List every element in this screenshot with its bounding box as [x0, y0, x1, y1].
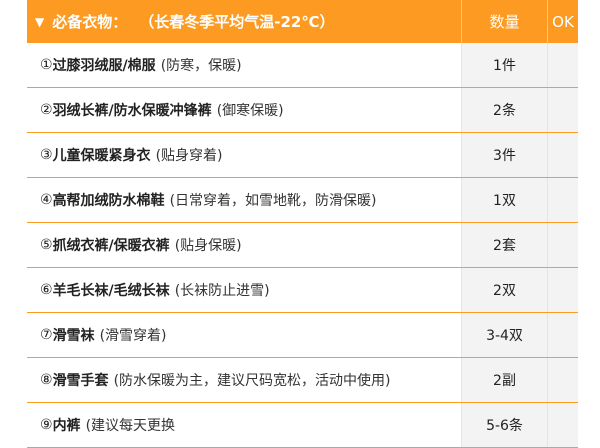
item-quantity: 3件 [461, 133, 547, 177]
item-cell: ⑨ 内裤 (建议每天更换 [27, 403, 461, 447]
item-number: ⑨ [40, 417, 53, 433]
table-row: ① 过膝羽绒服/棉服 (防寒，保暖) 1件 [27, 43, 578, 88]
item-name: 内裤 [52, 418, 81, 434]
header-ok: OK [547, 0, 578, 43]
ok-checkbox-cell[interactable] [547, 358, 578, 402]
collapse-arrow-icon[interactable]: ▼ [35, 15, 44, 29]
ok-checkbox-cell[interactable] [547, 403, 578, 447]
item-number: ⑤ [40, 237, 53, 253]
item-quantity: 5-6条 [461, 403, 547, 447]
item-number: ⑥ [40, 282, 53, 298]
item-number: ② [40, 102, 53, 118]
item-number: ④ [40, 192, 53, 208]
item-quantity: 1件 [461, 43, 547, 87]
item-quantity: 2双 [461, 268, 547, 312]
item-quantity: 2副 [461, 358, 547, 402]
item-note: (滑雪穿着) [99, 328, 167, 344]
item-number: ⑦ [40, 327, 53, 343]
table-header: ▼ 必备衣物： （长春冬季平均气温-22℃） 数量 OK [27, 0, 578, 43]
table-row: ③ 儿童保暖紧身衣 (贴身穿着) 3件 [27, 133, 578, 178]
item-cell: ④ 高帮加绒防水棉鞋 (日常穿着，如雪地靴，防滑保暖) [27, 178, 461, 222]
ok-checkbox-cell[interactable] [547, 178, 578, 222]
item-cell: ⑦ 滑雪袜 (滑雪穿着) [27, 313, 461, 357]
ok-checkbox-cell[interactable] [547, 43, 578, 87]
ok-checkbox-cell[interactable] [547, 223, 578, 267]
item-cell: ⑧ 滑雪手套 (防水保暖为主，建议尺码宽松，活动中使用) [27, 358, 461, 402]
item-note: (日常穿着，如雪地靴，防滑保暖) [169, 193, 377, 209]
item-name: 羽绒长裤/防水保暖冲锋裤 [52, 103, 212, 119]
item-note: (建议每天更换 [85, 418, 176, 434]
item-name: 羊毛长袜/毛绒长袜 [52, 283, 170, 299]
table-row: ⑧ 滑雪手套 (防水保暖为主，建议尺码宽松，活动中使用) 2副 [27, 358, 578, 403]
item-name: 滑雪袜 [52, 328, 95, 344]
item-note: (防水保暖为主，建议尺码宽松，活动中使用) [113, 373, 391, 389]
item-quantity: 3-4双 [461, 313, 547, 357]
table-body: ① 过膝羽绒服/棉服 (防寒，保暖) 1件 ② 羽绒长裤/防水保暖冲锋裤 (御寒保暖) 2条 ③… [27, 43, 578, 448]
item-note: (贴身穿着) [155, 148, 223, 164]
header-item-title: ▼ 必备衣物： （长春冬季平均气温-22℃） [27, 0, 461, 43]
header-season-note: （长春冬季平均气温-22℃） [139, 13, 335, 31]
table-row: ⑥ 羊毛长袜/毛绒长袜 (长袜防止进雪) 2双 [27, 268, 578, 313]
item-quantity: 1双 [461, 178, 547, 222]
item-quantity: 2条 [461, 88, 547, 132]
header-title: 必备衣物： [52, 13, 128, 31]
item-name: 高帮加绒防水棉鞋 [52, 193, 165, 209]
table-row: ④ 高帮加绒防水棉鞋 (日常穿着，如雪地靴，防滑保暖) 1双 [27, 178, 578, 223]
item-cell: ① 过膝羽绒服/棉服 (防寒，保暖) [27, 43, 461, 87]
item-cell: ② 羽绒长裤/防水保暖冲锋裤 (御寒保暖) [27, 88, 461, 132]
clothing-checklist-table: ▼ 必备衣物： （长春冬季平均气温-22℃） 数量 OK ① 过膝羽绒服/棉服 (防… [27, 0, 578, 448]
item-note: (防寒，保暖) [160, 58, 242, 74]
item-number: ① [40, 57, 53, 73]
item-note: (御寒保暖) [216, 103, 284, 119]
item-cell: ⑥ 羊毛长袜/毛绒长袜 (长袜防止进雪) [27, 268, 461, 312]
item-number: ③ [40, 147, 53, 163]
item-name: 滑雪手套 [52, 373, 109, 389]
item-cell: ⑤ 抓绒衣裤/保暖衣裤 (贴身保暖) [27, 223, 461, 267]
table-row: ⑤ 抓绒衣裤/保暖衣裤 (贴身保暖) 2套 [27, 223, 578, 268]
ok-checkbox-cell[interactable] [547, 133, 578, 177]
item-name: 过膝羽绒服/棉服 [52, 58, 156, 74]
ok-checkbox-cell[interactable] [547, 88, 578, 132]
item-quantity: 2套 [461, 223, 547, 267]
table-row: ⑦ 滑雪袜 (滑雪穿着) 3-4双 [27, 313, 578, 358]
ok-checkbox-cell[interactable] [547, 313, 578, 357]
header-quantity: 数量 [461, 0, 547, 43]
item-cell: ③ 儿童保暖紧身衣 (贴身穿着) [27, 133, 461, 177]
item-name: 抓绒衣裤/保暖衣裤 [52, 238, 170, 254]
item-number: ⑧ [40, 372, 53, 388]
item-name: 儿童保暖紧身衣 [52, 148, 151, 164]
table-row: ② 羽绒长裤/防水保暖冲锋裤 (御寒保暖) 2条 [27, 88, 578, 133]
table-row: ⑨ 内裤 (建议每天更换 5-6条 [27, 403, 578, 448]
item-note: (长袜防止进雪) [174, 283, 270, 299]
ok-checkbox-cell[interactable] [547, 268, 578, 312]
item-note: (贴身保暖) [174, 238, 242, 254]
